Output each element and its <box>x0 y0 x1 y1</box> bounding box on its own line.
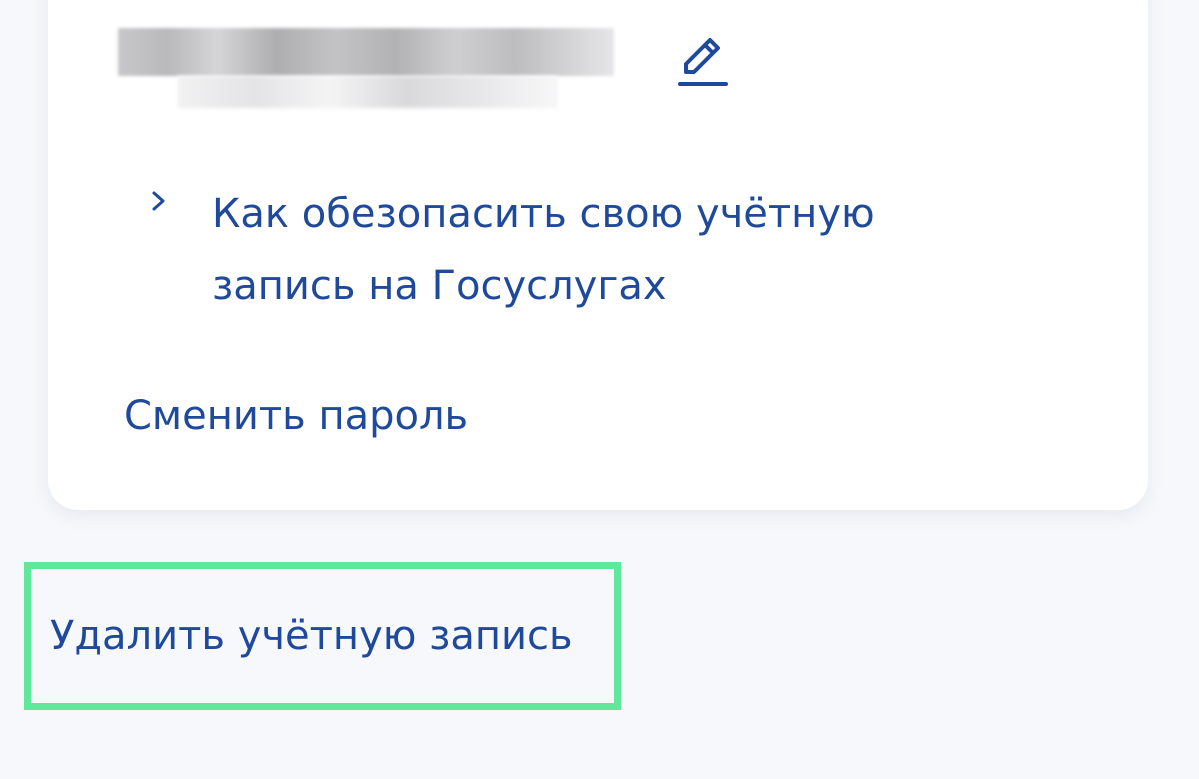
blurred-line-2 <box>178 76 558 108</box>
chevron-right-icon <box>152 191 165 211</box>
security-tip-label: Как обезопасить свою учётную запись на Г… <box>212 191 875 309</box>
blurred-personal-data <box>118 28 614 108</box>
blurred-line-1 <box>118 28 614 76</box>
delete-account-link[interactable]: Удалить учётную запись <box>50 606 573 666</box>
edit-button[interactable] <box>672 30 732 90</box>
pencil-icon <box>678 38 728 86</box>
change-password-link[interactable]: Сменить пароль <box>124 386 468 446</box>
